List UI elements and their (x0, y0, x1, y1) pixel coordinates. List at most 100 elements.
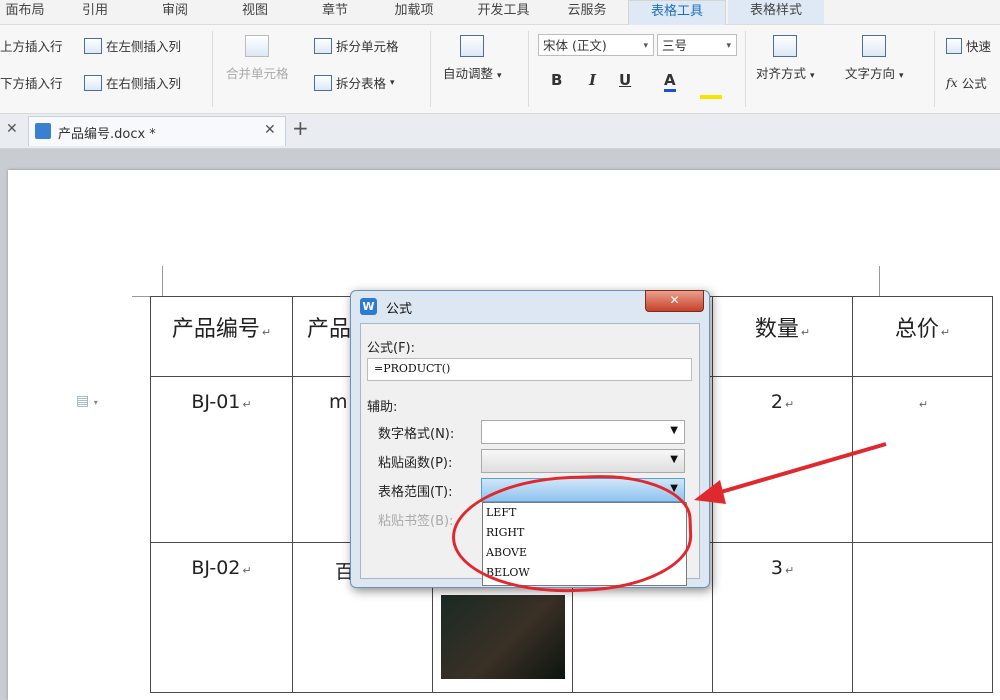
ribbon-divider (212, 31, 213, 107)
split-table-label: 拆分表格 (336, 76, 387, 91)
number-format-label: 数字格式(N): (378, 427, 455, 442)
merge-cells-label: 合并单元格 (226, 66, 289, 81)
formula-label: 公式(F): (367, 341, 416, 356)
wps-doc-icon (35, 123, 51, 139)
split-cells-button[interactable]: 拆分单元格 (314, 36, 399, 55)
table-cell[interactable]: 3 ↵ (712, 542, 853, 693)
font-name-value: 宋体 (正文) (543, 38, 607, 53)
ribbon-divider (528, 31, 529, 107)
text-direction-button[interactable]: 文字方向 ▾ (845, 35, 904, 82)
quick-calc-button[interactable]: 快速 (946, 36, 991, 55)
new-tab-icon[interactable]: + (292, 116, 309, 140)
auto-fit-label: 自动调整 (443, 66, 494, 81)
table-header-cell[interactable]: 总价 ↵ (852, 296, 993, 377)
paste-function-select[interactable]: ▼ (481, 449, 685, 473)
font-color-button[interactable]: A (664, 71, 676, 92)
tab-view[interactable]: 视图 (230, 0, 280, 24)
header-product-id: 产品编号 (171, 317, 260, 342)
red-annotation-arrow (694, 442, 887, 504)
paragraph-options-icon[interactable]: ▤ ▾ (76, 393, 98, 409)
cell-product: m (329, 391, 348, 413)
dropdown-arrow-icon: ▼ (670, 425, 678, 436)
bold-button[interactable]: B (551, 71, 562, 89)
ribbon-tab-bar: 面布局 引用 审阅 视图 章节 加载项 开发工具 云服务 表格工具 表格样式 (0, 0, 1000, 25)
table-cell[interactable] (852, 542, 993, 693)
dropdown-arrow-icon: ▼ (670, 454, 678, 465)
header-total: 总价 (894, 317, 939, 342)
underline-button[interactable]: U (619, 71, 631, 89)
tab-review[interactable]: 审阅 (150, 0, 200, 24)
split-cells-icon (314, 37, 332, 54)
cell-quantity: 2 (770, 391, 783, 413)
quick-calc-label: 快速 (966, 39, 992, 54)
insert-right-col-label: 在右侧插入列 (106, 76, 182, 91)
cell-quantity: 3 (770, 557, 783, 579)
document-tab-name: 产品编号.docx * (58, 127, 156, 142)
assist-label: 辅助: (367, 400, 398, 415)
fx-icon: fx (946, 75, 958, 90)
insert-above-row-button[interactable]: 上方插入行 (0, 36, 63, 55)
tab-references[interactable]: 引用 (70, 0, 120, 24)
close-icon: ✕ (669, 293, 680, 307)
auto-fit-icon (460, 35, 485, 57)
formula-input-value: =PRODUCT() (374, 362, 451, 375)
cell-product-id: BJ-01 (191, 391, 241, 413)
wps-logo-icon: W (360, 298, 377, 315)
insert-below-row-label: 下方插入行 (0, 76, 63, 91)
insert-above-row-label: 上方插入行 (0, 39, 63, 54)
tab-table-style[interactable]: 表格样式 (728, 0, 824, 24)
formula-input[interactable]: =PRODUCT() (367, 358, 692, 381)
header-quantity: 数量 (754, 317, 799, 342)
tab-chapter[interactable]: 章节 (310, 0, 360, 24)
split-cells-label: 拆分单元格 (336, 39, 399, 54)
table-header-cell[interactable]: 产品编号 ↵ (150, 296, 293, 377)
tab-addins[interactable]: 加载项 (383, 0, 445, 24)
margin-mark (162, 266, 163, 296)
split-table-icon (314, 74, 332, 91)
insert-column-left-icon (84, 37, 102, 54)
ribbon-divider (934, 31, 935, 107)
tab-close-icon[interactable]: ✕ (264, 122, 276, 138)
table-header-cell[interactable]: 数量 ↵ (712, 296, 853, 377)
align-label: 对齐方式 (756, 66, 807, 81)
text-direction-icon (862, 35, 887, 57)
split-table-button[interactable]: 拆分表格 ▾ (314, 73, 395, 92)
ribbon-panel: 上方插入行 在左侧插入列 下方插入行 在右侧插入列 合并单元格 拆分单元格 拆分… (0, 25, 1000, 114)
cell-product-id: BJ-02 (191, 557, 241, 579)
insert-left-col-label: 在左侧插入列 (106, 39, 182, 54)
font-size-select[interactable]: 三号 ▾ (657, 34, 737, 56)
tab-page-layout[interactable]: 面布局 (0, 0, 50, 24)
ribbon-divider (745, 31, 746, 107)
align-button[interactable]: 对齐方式 ▾ (756, 35, 815, 82)
insert-right-col-button[interactable]: 在右侧插入列 (84, 73, 181, 92)
margin-mark (879, 266, 880, 296)
close-icon[interactable]: ✕ (6, 121, 18, 137)
highlight-icon[interactable] (700, 95, 722, 99)
table-cell[interactable]: BJ-02 ↵ (150, 542, 293, 693)
dialog-close-button[interactable]: ✕ (645, 290, 704, 312)
document-tab[interactable]: 产品编号.docx * ✕ (28, 116, 286, 146)
font-name-select[interactable]: 宋体 (正文) ▾ (538, 34, 654, 56)
dialog-title: 公式 (386, 302, 413, 317)
tab-cloud[interactable]: 云服务 (556, 0, 618, 24)
number-format-select[interactable]: ▼ (481, 420, 685, 444)
merge-cells-icon (245, 35, 270, 57)
insert-below-row-button[interactable]: 下方插入行 (0, 73, 63, 92)
table-cell[interactable]: BJ-01 ↵ (150, 376, 293, 543)
tab-table-tools[interactable]: 表格工具 (628, 0, 726, 25)
tab-developer[interactable]: 开发工具 (466, 0, 541, 24)
italic-button[interactable]: I (589, 71, 596, 89)
text-direction-label: 文字方向 (845, 66, 896, 81)
calculator-icon (946, 37, 962, 54)
font-size-value: 三号 (662, 38, 688, 53)
paste-bookmark-label: 粘贴书签(B): (378, 514, 454, 529)
product-photo (441, 595, 565, 679)
align-icon (773, 35, 798, 57)
ribbon-divider (430, 31, 431, 107)
header-product: 产品 (307, 317, 352, 342)
merge-cells-button[interactable]: 合并单元格 (226, 35, 289, 82)
formula-button[interactable]: fx 公式 (946, 73, 987, 92)
formula-label: 公式 (961, 76, 987, 91)
insert-left-col-button[interactable]: 在左侧插入列 (84, 36, 181, 55)
auto-fit-button[interactable]: 自动调整 ▾ (443, 35, 502, 82)
